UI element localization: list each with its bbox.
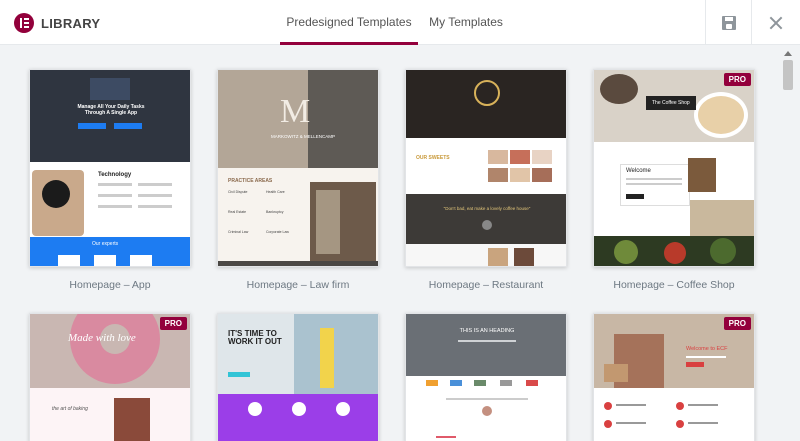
template-card-heading[interactable]: THIS IS AN HEADING [405,313,567,441]
template-thumbnail[interactable]: IT'S TIME TO WORK IT OUT [217,313,379,441]
template-card-coffee-shop[interactable]: The Coffee Shop Welcome PRO Homepage – C… [593,69,755,291]
save-button[interactable] [705,0,751,45]
law-logo-letter: M [280,93,311,130]
close-button[interactable] [751,0,800,45]
area-item: Real Estate [228,210,247,214]
area-item: Criminal Law [228,230,249,234]
section-title: Technology [98,172,132,178]
scroll-thumb[interactable] [783,60,793,90]
library-title: LIBRARY [41,16,101,31]
template-card-bakery[interactable]: Made with love the art of baking PRO [29,313,191,441]
tab-predesigned-templates[interactable]: Predesigned Templates [280,0,418,45]
area-item: Health Care [266,190,285,194]
section-title: OUR SWEETS [416,155,450,161]
template-thumbnail[interactable]: Welcome to ECF PRO [593,313,755,441]
template-label: Homepage – Coffee Shop [613,279,735,291]
section-title: Welcome [626,168,651,174]
template-thumbnail[interactable]: Manage All Your Daily Tasks Through A Si… [29,69,191,267]
template-thumbnail[interactable]: Made with love the art of baking PRO [29,313,191,441]
firm-name: MARKOWITZ & MELLENCAMP [270,134,335,139]
save-icon [722,16,736,30]
template-thumbnail[interactable]: THIS IS AN HEADING [405,313,567,441]
template-card-restaurant[interactable]: OUR SWEETS "Don't bad, eat make a lovely… [405,69,567,291]
scrollbar[interactable] [781,46,795,441]
pro-badge: PRO [159,317,187,330]
hero-text: THIS IS AN HEADING [459,328,515,334]
template-label: Homepage – Law firm [246,279,350,291]
hero-text: Made with love [68,332,136,344]
coffee-badge: The Coffee Shop [652,100,690,106]
area-item: Corporate Law [266,230,289,234]
hero-text: Manage All Your Daily Tasks Through A Si… [77,104,145,116]
template-label: Homepage – App [69,279,151,291]
template-card-app[interactable]: Manage All Your Daily Tasks Through A Si… [29,69,191,291]
pro-badge: PRO [723,317,751,330]
section-title-2: Our experts [92,241,119,247]
template-card-fitness[interactable]: IT'S TIME TO WORK IT OUT [217,313,379,441]
scroll-up-icon[interactable] [784,51,792,56]
area-item: Bankruptcy [266,210,284,214]
library-header: LIBRARY Predesigned Templates My Templat… [0,0,800,45]
hero-text: Welcome to ECF [686,346,728,352]
quote-text: "Don't bad, eat make a lovely coffee hou… [443,206,531,211]
hero-text: IT'S TIME TO WORK IT OUT [228,329,282,347]
template-thumbnail[interactable]: M MARKOWITZ & MELLENCAMP PRACTICE AREAS … [217,69,379,267]
template-thumbnail[interactable]: OUR SWEETS "Don't bad, eat make a lovely… [405,69,567,267]
template-label: Homepage – Restaurant [428,279,544,291]
section-title: the art of baking [52,406,88,412]
close-icon [767,14,785,32]
template-card-ecf[interactable]: Welcome to ECF PRO [593,313,755,441]
elementor-logo-icon [14,13,34,33]
template-thumbnail[interactable]: The Coffee Shop Welcome PRO [593,69,755,267]
template-card-law-firm[interactable]: M MARKOWITZ & MELLENCAMP PRACTICE AREAS … [217,69,379,291]
pro-badge: PRO [723,73,751,86]
tab-my-templates[interactable]: My Templates [418,0,514,45]
section-title: PRACTICE AREAS [228,178,273,184]
area-item: Civil Dispute [228,190,248,194]
